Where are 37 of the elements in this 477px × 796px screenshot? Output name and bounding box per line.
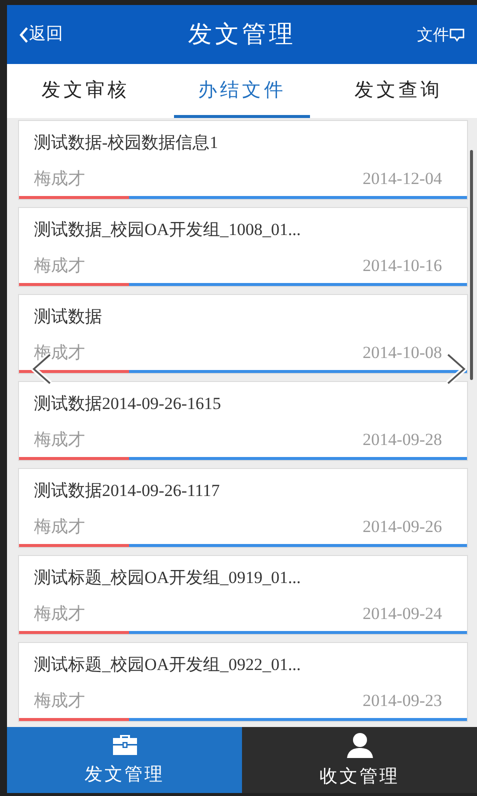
- document-title: 测试标题_校园OA开发组_0922_01...: [34, 654, 301, 676]
- document-title: 测试数据: [34, 306, 102, 328]
- document-card[interactable]: 测试标题_校园OA开发组_0922_01... 梅成才 2014-09-23: [18, 642, 468, 722]
- author: 梅成才: [34, 690, 85, 712]
- nav-tab[interactable]: 发文管理: [7, 727, 242, 793]
- back-icon: [19, 26, 29, 42]
- back-button[interactable]: 返回: [19, 22, 63, 48]
- tab[interactable]: 发文查询: [330, 64, 468, 118]
- author: 梅成才: [34, 429, 85, 451]
- document-title: 测试数据2014-09-26-1615: [34, 393, 221, 415]
- briefcase-icon: [110, 732, 138, 756]
- document-title: 测试数据2014-09-26-1117: [34, 480, 220, 502]
- page-title: 发文管理: [188, 20, 296, 50]
- message-icon: [449, 26, 465, 42]
- date: 2014-09-24: [362, 603, 442, 625]
- document-title: 测试标题_校园OA开发组_0919_01...: [34, 567, 301, 589]
- date: 2014-12-04: [362, 168, 442, 190]
- author: 梅成才: [34, 603, 85, 625]
- date: 2014-10-08: [362, 342, 442, 364]
- document-card[interactable]: 测试数据2014-09-26-1117 梅成才 2014-09-26: [18, 468, 468, 548]
- document-card[interactable]: 测试标题_校园OA开发组_0919_01... 梅成才 2014-09-24: [18, 555, 468, 635]
- author: 梅成才: [34, 516, 85, 538]
- person-icon: [346, 730, 374, 758]
- nav-tab[interactable]: 收文管理: [242, 727, 477, 793]
- document-title: 测试数据_校园OA开发组_1008_01...: [34, 219, 301, 241]
- document-card[interactable]: 测试数据_校园OA开发组_1008_01... 梅成才 2014-10-16: [18, 207, 468, 287]
- date: 2014-10-16: [362, 255, 442, 277]
- author: 梅成才: [34, 255, 85, 277]
- date: 2014-09-26: [362, 516, 442, 538]
- tab[interactable]: 发文审核: [17, 64, 154, 118]
- document-card[interactable]: 测试数据2014-09-26-1615 梅成才 2014-09-28: [18, 381, 468, 461]
- document-title: 测试数据-校园数据信息1: [34, 132, 218, 154]
- document-card[interactable]: 测试数据-校园数据信息1 梅成才 2014-12-04: [18, 120, 468, 200]
- files-button[interactable]: 文件: [417, 22, 465, 46]
- date: 2014-09-28: [362, 429, 442, 451]
- date: 2014-09-23: [362, 690, 442, 712]
- author: 梅成才: [34, 168, 85, 190]
